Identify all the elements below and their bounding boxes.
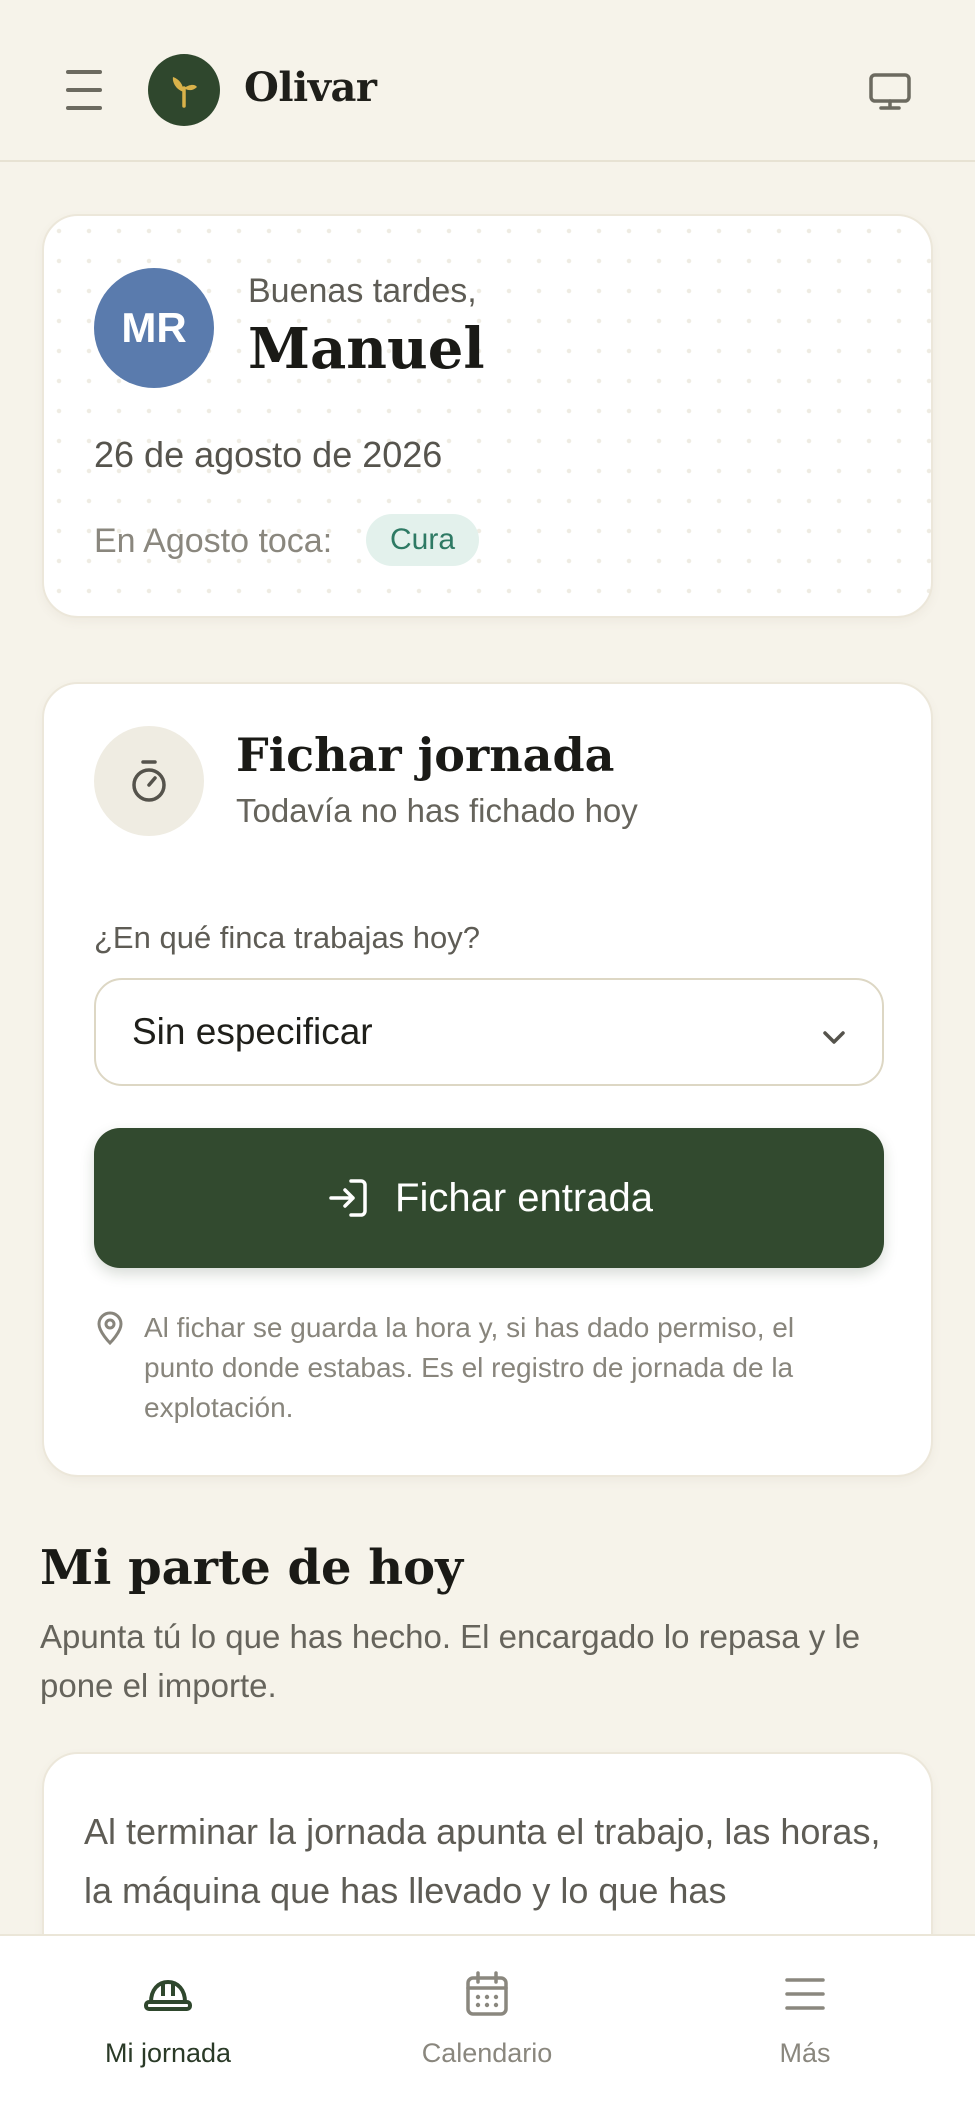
clock-in-button[interactable]: Fichar entrada [94,1128,884,1268]
nav-item-calendar[interactable]: Calendario [377,1966,597,2076]
greeting-card: MR Buenas tardes, Manuel 26 de agosto de… [42,214,933,618]
menu-icon-line [66,70,102,74]
clock-in-card: Fichar jornada Todavía no has fichado ho… [42,682,933,1477]
stopwatch-icon [94,726,204,836]
season-label: En Agosto toca: [94,522,333,560]
user-name: Manuel [248,316,485,382]
nav-item-my-workday[interactable]: Mi jornada [58,1966,278,2076]
menu-icon-line [66,106,102,110]
farm-select-value: Sin especificar [132,1011,373,1052]
map-pin-icon [94,1310,126,1351]
daily-report-subtitle: Apunta tú lo que has hecho. El encargado… [40,1618,861,1704]
season-badge: Cura [366,514,480,566]
clock-in-status: Todavía no has fichado hoy [236,792,638,829]
app-brand[interactable]: Olivar [244,64,377,111]
nav-label: Más [779,2038,831,2068]
current-date: 26 de agosto de 2026 [94,434,443,475]
clock-in-button-label: Fichar entrada [395,1175,653,1220]
nav-item-more[interactable]: Más [695,1966,915,2076]
nav-label: Calendario [421,2038,553,2068]
hard-hat-icon [143,1966,193,2022]
daily-report-text: Al terminar la jornada apunta el trabajo… [84,1811,881,1911]
monitor-icon[interactable] [862,64,918,120]
chevron-down-icon [820,1018,848,1060]
farm-select[interactable]: Sin especificar [94,978,884,1086]
daily-report-title: Mi parte de hoy [40,1540,464,1596]
clock-in-title: Fichar jornada [236,728,615,782]
calendar-icon [465,1966,509,2022]
menu-icon-line [66,88,102,92]
top-bar: Olivar [0,0,975,162]
bottom-navigation: Mi jornada Calendario Más [0,1934,975,2110]
nav-label: Mi jornada [104,2038,232,2068]
menu-icon [783,1966,827,2022]
location-note: Al fichar se guarda la hora y, si has da… [144,1312,795,1423]
farm-select-label: ¿En qué finca trabajas hoy? [94,920,481,955]
avatar[interactable]: MR [94,268,214,388]
menu-button[interactable] [56,62,112,118]
sign-in-icon [325,1175,371,1221]
greeting-label: Buenas tardes, [248,272,477,310]
olive-logo-icon [148,54,220,126]
